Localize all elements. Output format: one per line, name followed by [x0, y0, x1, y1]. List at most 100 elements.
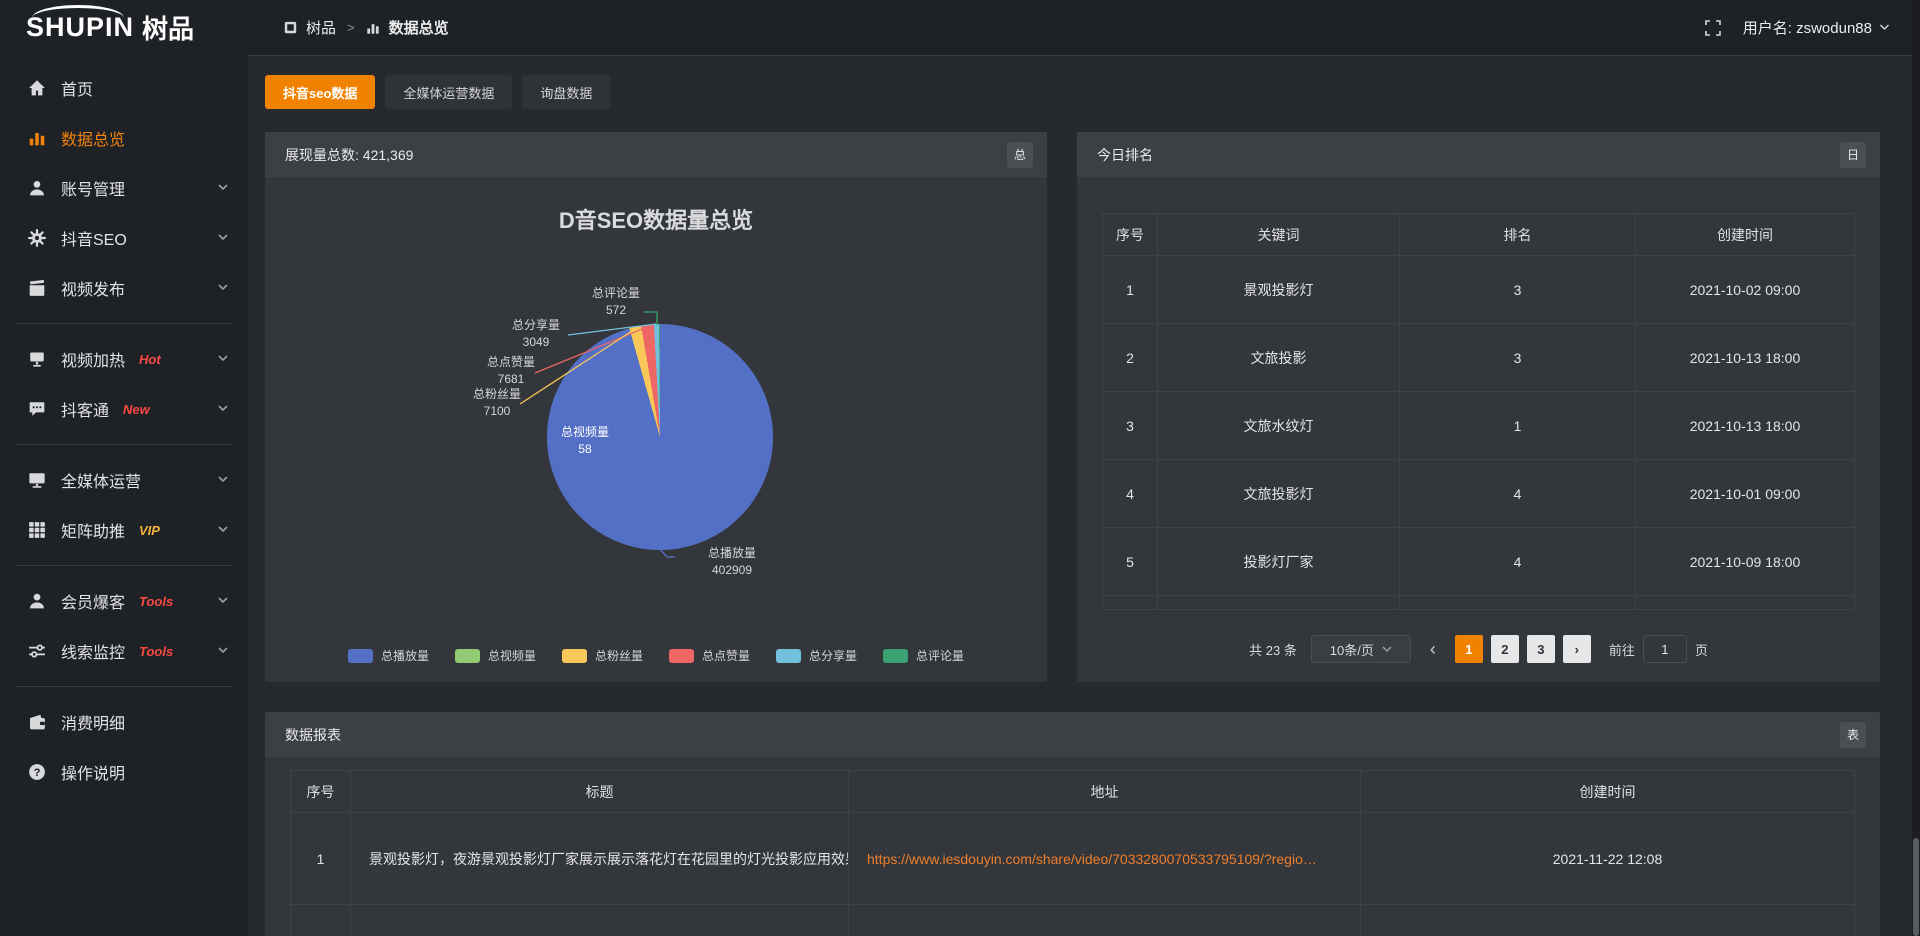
tab-inquiry-data[interactable]: 询盘数据 [522, 75, 610, 109]
table-cell: 3 [1400, 324, 1636, 392]
menu-divider [16, 565, 232, 566]
page-size-select[interactable]: 10条/页 [1311, 635, 1411, 663]
legend-item-videos[interactable]: 总视频量 [455, 647, 536, 664]
sidebar-item-label: 消费明细 [61, 710, 125, 734]
column-header: 创建时间 [1361, 771, 1855, 813]
goto-page-input[interactable] [1643, 635, 1687, 663]
sidebar-item-home[interactable]: 首页 [0, 63, 248, 113]
video-link[interactable]: https://www.iesdouyin.com/share/video/70… [867, 851, 1317, 867]
table-cell: 1 [1103, 256, 1158, 324]
pagination-total: 共 23 条 [1249, 640, 1297, 659]
chart-card-header: 展现量总数: 421,369 总 [265, 132, 1047, 177]
video-url-cell: https://www.iesdouyin.com/share/video/70… [849, 813, 1361, 905]
legend-item-comments[interactable]: 总评论量 [883, 647, 964, 664]
scrollbar-thumb[interactable] [1913, 838, 1919, 936]
sidebar-item-omnimedia[interactable]: 全媒体运营 [0, 455, 248, 505]
table-cell: 1 [291, 813, 351, 905]
chevron-down-icon [218, 284, 228, 291]
page-button-1[interactable]: 1 [1455, 635, 1483, 663]
sidebar-item-label: 线索监控 [61, 639, 125, 663]
chart-title: D音SEO数据量总览 [265, 203, 1047, 235]
page-square-icon [284, 21, 297, 34]
sidebar-item-video-heat[interactable]: 视频加热 Hot [0, 334, 248, 384]
chevron-down-icon [218, 597, 228, 604]
column-header: 地址 [849, 771, 1361, 813]
legend-item-fans[interactable]: 总粉丝量 [562, 647, 643, 664]
legend-item-shares[interactable]: 总分享量 [776, 647, 857, 664]
scrollbar-track[interactable] [1912, 0, 1920, 936]
chevron-down-icon [218, 526, 228, 533]
user-menu[interactable]: 用户名: zswodun88 [1743, 17, 1890, 38]
sidebar-item-spend-detail[interactable]: 消费明细 [0, 697, 248, 747]
table-cell: 4 [1103, 460, 1158, 528]
sidebar-item-data-overview[interactable]: 数据总览 [0, 113, 248, 163]
tools-badge: Tools [139, 644, 173, 659]
sidebar-item-account[interactable]: 账号管理 [0, 163, 248, 213]
main-content: 抖音seo数据 全媒体运营数据 询盘数据 展现量总数: 421,369 总 D音… [248, 56, 1920, 936]
created-time-cell: 2021-11-22 12:08 [1361, 813, 1855, 905]
data-report-card: 数据报表 表 序号 标题 地址 创建时间 1 景观投影灯，夜游景观投影灯 [265, 712, 1880, 936]
sidebar-item-douyin-seo[interactable]: 抖音SEO [0, 213, 248, 263]
rank-card-title: 今日排名 [1097, 145, 1153, 165]
legend-swatch [562, 649, 587, 663]
tools-badge: Tools [139, 594, 173, 609]
video-title-cell: 景观投影灯，夜游景观投影灯厂家展示展示落花灯在花园里的灯光投影应用效果 # [351, 813, 849, 905]
table-row: 1 景观投影灯 3 2021-10-02 09:00 [1103, 256, 1855, 324]
sidebar-menu: 首页 数据总览 账号管理 抖音SEO 视频发布 视频加热 Hot [0, 55, 248, 797]
menu-divider [16, 323, 232, 324]
table-row-partial [1103, 596, 1855, 610]
rank-table: 序号 关键词 排名 创建时间 1 景观投影灯 3 2021-10-02 09:0… [1102, 213, 1855, 610]
legend-swatch [883, 649, 908, 663]
table-cell: 文旅投影 [1158, 324, 1400, 392]
impressions-total-label: 展现量总数: 421,369 [285, 145, 413, 165]
sidebar-item-lead-monitor[interactable]: 线索监控 Tools [0, 626, 248, 676]
prev-page-button[interactable]: ‹ [1419, 635, 1447, 663]
page-unit-label: 页 [1695, 640, 1708, 659]
column-header: 创建时间 [1636, 214, 1855, 256]
sidebar-item-member-baoke[interactable]: 会员爆客 Tools [0, 576, 248, 626]
chart-legend: 总播放量 总视频量 总粉丝量 总点赞量 总分享量 总评论量 [265, 647, 1047, 664]
legend-swatch [455, 649, 480, 663]
table-cell: 2021-10-13 18:00 [1636, 392, 1855, 460]
sidebar-item-instructions[interactable]: ? 操作说明 [0, 747, 248, 797]
member-icon [28, 592, 48, 610]
clapperboard-icon [28, 279, 48, 297]
pie-label-shares: 总分享量3049 [481, 317, 591, 351]
legend-item-plays[interactable]: 总播放量 [348, 647, 429, 664]
sidebar-item-label: 数据总览 [61, 126, 125, 150]
sidebar-item-video-publish[interactable]: 视频发布 [0, 263, 248, 313]
table-row: 3 文旅水纹灯 1 2021-10-13 18:00 [1103, 392, 1855, 460]
pie-label-comments: 总评论量572 [561, 285, 671, 319]
day-toggle-button[interactable]: 日 [1840, 142, 1866, 168]
table-cell: 2021-10-02 09:00 [1636, 256, 1855, 324]
breadcrumb-root[interactable]: 树品 [306, 17, 336, 38]
sidebar-item-label: 视频发布 [61, 276, 125, 300]
total-toggle-button[interactable]: 总 [1007, 142, 1033, 168]
sliders-icon [28, 642, 48, 660]
app-logo[interactable]: SHUPIN 树品 [0, 0, 248, 55]
tab-omnimedia-data[interactable]: 全媒体运营数据 [385, 75, 512, 109]
chevron-down-icon [218, 405, 228, 412]
fullscreen-icon[interactable] [1705, 20, 1721, 36]
sidebar-item-matrix-boost[interactable]: 矩阵助推 VIP [0, 505, 248, 555]
sidebar-item-label: 视频加热 [61, 347, 125, 371]
page-button-3[interactable]: 3 [1527, 635, 1555, 663]
rank-table-wrap: 序号 关键词 排名 创建时间 1 景观投影灯 3 2021-10-02 09:0… [1102, 213, 1855, 663]
table-row-partial [291, 905, 1855, 936]
sidebar-item-douketong[interactable]: 抖客通 New [0, 384, 248, 434]
legend-item-likes[interactable]: 总点赞量 [669, 647, 750, 664]
pie-chart-area: D音SEO数据量总览 总评论量572 总分享量3049 总点赞量7681 总粉丝… [265, 177, 1047, 682]
table-cell: 4 [1400, 460, 1636, 528]
user-icon [28, 179, 48, 197]
pie-label-likes: 总点赞量7681 [456, 354, 566, 388]
next-page-button[interactable]: › [1563, 635, 1591, 663]
grid-icon [28, 521, 48, 539]
impressions-chart-card: 展现量总数: 421,369 总 D音SEO数据量总览 总评论量572 总分享量… [265, 132, 1047, 682]
chevron-down-icon [1382, 646, 1392, 653]
page-button-2[interactable]: 2 [1491, 635, 1519, 663]
hot-badge: Hot [139, 352, 161, 367]
sidebar-item-label: 会员爆客 [61, 589, 125, 613]
chevron-down-icon [218, 647, 228, 654]
tab-douyin-seo-data[interactable]: 抖音seo数据 [265, 75, 375, 109]
table-toggle-button[interactable]: 表 [1840, 722, 1866, 748]
